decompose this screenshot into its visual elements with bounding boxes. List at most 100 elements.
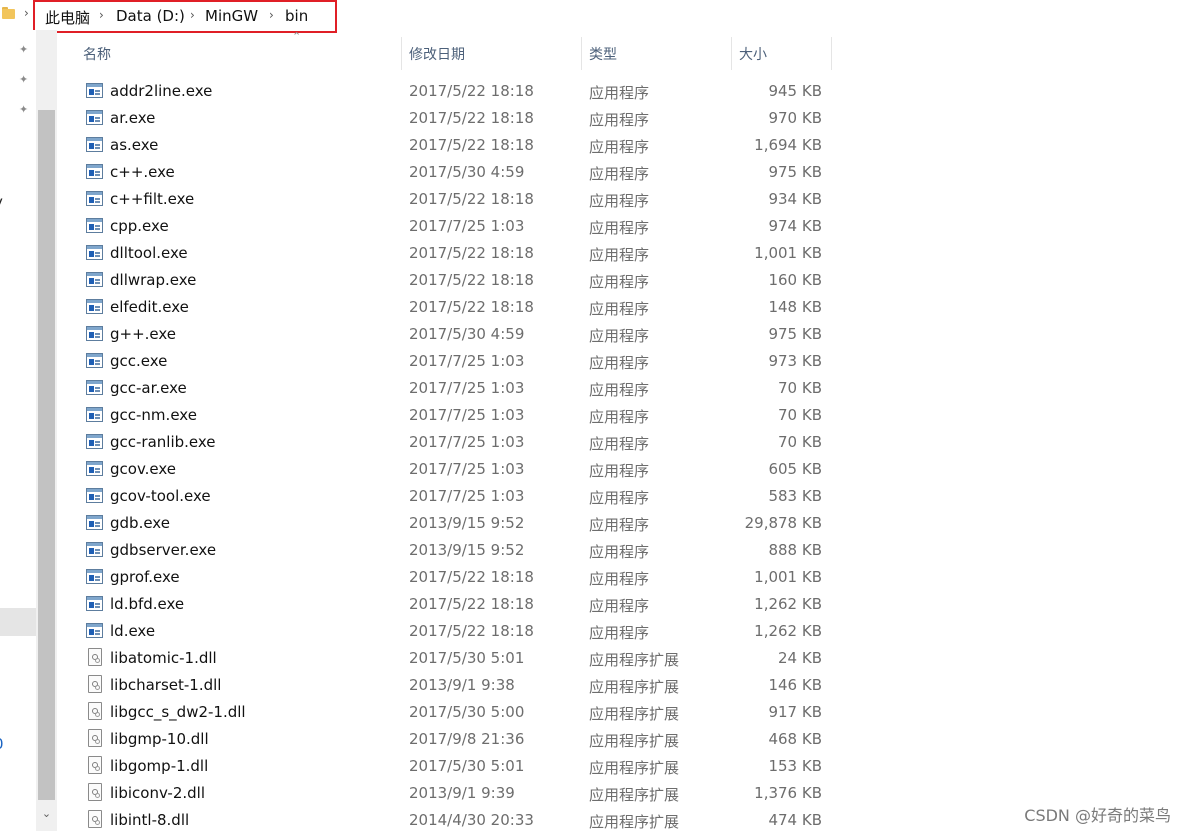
file-row[interactable]: gdb.exe 2013/9/15 9:52 应用程序 29,878 KB [60,510,840,537]
breadcrumb-mingw[interactable]: MinGW [205,7,258,25]
file-type: 应用程序 [589,408,650,426]
file-row[interactable]: ld.bfd.exe 2017/5/22 18:18 应用程序 1,262 KB [60,591,840,618]
file-row[interactable]: libatomic-1.dll 2017/5/30 5:01 应用程序扩展 24 KB [60,645,840,672]
file-name: c++.exe [110,163,175,181]
exe-icon [86,110,103,125]
file-row[interactable]: cpp.exe 2017/7/25 1:03 应用程序 974 KB [60,213,840,240]
file-row[interactable]: addr2line.exe 2017/5/22 18:18 应用程序 945 KB [60,78,840,105]
navigation-pane[interactable]: ✦ ✦ ✦ l y 0 [0,30,36,831]
file-name: libgcc_s_dw2-1.dll [110,703,246,721]
file-date: 2017/5/22 18:18 [409,298,534,316]
file-date: 2017/5/22 18:18 [409,109,534,127]
pin-icon[interactable]: ✦ [19,104,31,116]
file-row[interactable]: libiconv-2.dll 2013/9/1 9:39 应用程序扩展 1,376 K… [60,780,840,807]
file-row[interactable]: gdbserver.exe 2013/9/15 9:52 应用程序 888 KB [60,537,840,564]
file-date: 2017/7/25 1:03 [409,406,525,424]
file-row[interactable]: gcov.exe 2017/7/25 1:03 应用程序 605 KB [60,456,840,483]
file-row[interactable]: gcc-ranlib.exe 2017/7/25 1:03 应用程序 70 KB [60,429,840,456]
file-row[interactable]: libintl-8.dll 2014/4/30 20:33 应用程序扩展 474 KB [60,807,840,831]
column-size[interactable]: 大小 [739,44,767,64]
file-size: 474 KB [768,811,822,829]
chevron-right-icon[interactable]: › [190,8,195,22]
file-size: 148 KB [768,298,822,316]
column-divider[interactable] [731,37,732,70]
file-row[interactable]: libcharset-1.dll 2013/9/1 9:38 应用程序扩展 146 K… [60,672,840,699]
column-name[interactable]: 名称 [83,44,111,64]
file-name: elfedit.exe [110,298,189,316]
file-row[interactable]: libgcc_s_dw2-1.dll 2017/5/30 5:00 应用程序扩展 91… [60,699,840,726]
pin-icon[interactable]: ✦ [19,74,31,86]
exe-icon [86,137,103,152]
file-date: 2017/5/30 5:01 [409,757,525,775]
file-row[interactable]: gprof.exe 2017/5/22 18:18 应用程序 1,001 KB [60,564,840,591]
file-name: dlltool.exe [110,244,188,262]
address-bar[interactable]: › 此电脑 › Data (D:) › MinGW › bin [0,0,1187,33]
file-type: 应用程序 [589,570,650,588]
file-size: 1,262 KB [754,595,822,613]
breadcrumb-bin[interactable]: bin [285,7,308,25]
file-type: 应用程序 [589,543,650,561]
chevron-down-icon[interactable]: ⌄ [36,805,57,823]
pin-icon[interactable]: ✦ [19,44,31,56]
file-list[interactable]: addr2line.exe 2017/5/22 18:18 应用程序 945 KB ar… [60,78,1187,831]
column-divider[interactable] [831,37,832,70]
file-row[interactable]: c++.exe 2017/5/30 4:59 应用程序 975 KB [60,159,840,186]
exe-icon [86,542,103,557]
file-size: 1,694 KB [754,136,822,154]
file-row[interactable]: ar.exe 2017/5/22 18:18 应用程序 970 KB [60,105,840,132]
file-row[interactable]: elfedit.exe 2017/5/22 18:18 应用程序 148 KB [60,294,840,321]
exe-icon [86,353,103,368]
file-row[interactable]: gcov-tool.exe 2017/7/25 1:03 应用程序 583 KB [60,483,840,510]
file-row[interactable]: libgmp-10.dll 2017/9/8 21:36 应用程序扩展 468 KB [60,726,840,753]
column-divider[interactable] [401,37,402,70]
file-type: 应用程序 [589,624,650,642]
file-type: 应用程序 [589,165,650,183]
file-name: gcc-nm.exe [110,406,197,424]
breadcrumb-data-drive[interactable]: Data (D:) [116,7,185,25]
chevron-right-icon[interactable]: › [269,8,274,22]
column-date[interactable]: 修改日期 [409,44,465,64]
nav-item-selected[interactable] [0,608,36,636]
file-row[interactable]: c++filt.exe 2017/5/22 18:18 应用程序 934 KB [60,186,840,213]
file-row[interactable]: dllwrap.exe 2017/5/22 18:18 应用程序 160 KB [60,267,840,294]
folder-icon [2,7,15,19]
nav-item-clipped[interactable]: y [0,193,3,211]
file-size: 583 KB [768,487,822,505]
dll-icon [88,783,102,801]
file-name: gdbserver.exe [110,541,217,559]
file-row[interactable]: dlltool.exe 2017/5/22 18:18 应用程序 1,001 KB [60,240,840,267]
file-row[interactable]: gcc.exe 2017/7/25 1:03 应用程序 973 KB [60,348,840,375]
file-size: 975 KB [768,325,822,343]
file-row[interactable]: libgomp-1.dll 2017/5/30 5:01 应用程序扩展 153 KB [60,753,840,780]
exe-icon [86,164,103,179]
chevron-right-icon[interactable]: › [99,8,104,22]
chevron-right-icon[interactable]: › [24,6,29,20]
column-type[interactable]: 类型 [589,44,617,64]
file-row[interactable]: g++.exe 2017/5/30 4:59 应用程序 975 KB [60,321,840,348]
file-row[interactable]: as.exe 2017/5/22 18:18 应用程序 1,694 KB [60,132,840,159]
file-date: 2017/5/22 18:18 [409,271,534,289]
file-type: 应用程序 [589,381,650,399]
file-type: 应用程序 [589,489,650,507]
column-divider[interactable] [581,37,582,70]
file-date: 2017/7/25 1:03 [409,217,525,235]
file-row[interactable]: gcc-ar.exe 2017/7/25 1:03 应用程序 70 KB [60,375,840,402]
file-size: 1,376 KB [754,784,822,802]
file-name: gcc-ranlib.exe [110,433,216,451]
file-row[interactable]: gcc-nm.exe 2017/7/25 1:03 应用程序 70 KB [60,402,840,429]
file-name: libintl-8.dll [110,811,190,829]
exe-icon [86,326,103,341]
breadcrumb-this-pc[interactable]: 此电脑 [45,7,90,28]
nav-item-clipped[interactable]: 0 [0,735,4,753]
file-size: 70 KB [778,433,822,451]
file-row[interactable]: ld.exe 2017/5/22 18:18 应用程序 1,262 KB [60,618,840,645]
file-size: 888 KB [768,541,822,559]
file-size: 970 KB [768,109,822,127]
scroll-up-button[interactable] [36,30,57,48]
file-size: 945 KB [768,82,822,100]
file-size: 70 KB [778,406,822,424]
vertical-scrollbar[interactable]: ⌄ [36,30,57,831]
file-name: libiconv-2.dll [110,784,206,802]
file-date: 2013/9/1 9:38 [409,676,515,694]
scrollbar-thumb[interactable] [38,110,55,800]
